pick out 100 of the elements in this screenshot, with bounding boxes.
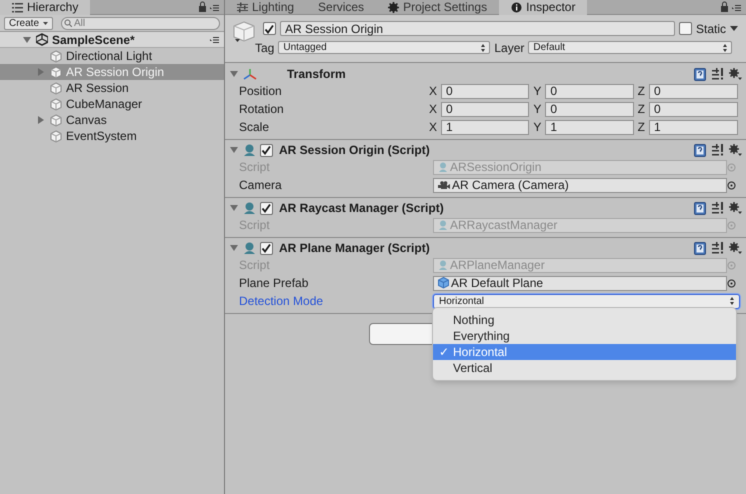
presets-icon[interactable]: [712, 242, 723, 254]
object-field[interactable]: AR Camera (Camera): [433, 178, 727, 192]
dropdown-option[interactable]: Vertical: [433, 360, 736, 376]
tab[interactable]: Project Settings: [376, 0, 500, 14]
dropdown-option[interactable]: ✓ Horizontal: [433, 344, 736, 360]
prefab-cube-icon: [438, 277, 449, 289]
field-label: Plane Prefab: [239, 275, 310, 292]
gear-menu-icon[interactable]: [729, 68, 742, 80]
number-field[interactable]: 0: [649, 84, 738, 98]
field-label: Script: [239, 257, 271, 274]
lock-menu-icon[interactable]: [198, 1, 220, 13]
presets-icon[interactable]: [712, 68, 723, 80]
axis-label: Z: [638, 83, 645, 100]
gear-menu-icon[interactable]: [729, 202, 742, 214]
field-label: Script: [239, 217, 271, 234]
help-book-icon[interactable]: [694, 242, 706, 254]
help-book-icon[interactable]: [694, 202, 706, 214]
number-field[interactable]: 0: [441, 84, 530, 98]
tab[interactable]: Services: [306, 0, 376, 14]
gear-icon: [388, 2, 400, 12]
expand-arrow-icon[interactable]: [229, 145, 239, 155]
field-label: Detection Mode: [239, 293, 324, 310]
tag-dropdown[interactable]: Untagged: [278, 41, 490, 54]
hierarchy-item[interactable]: AR Session: [0, 80, 224, 96]
expand-arrow-icon[interactable]: [36, 115, 46, 125]
hierarchy-item[interactable]: Canvas: [0, 112, 224, 128]
number-field[interactable]: 1: [649, 120, 738, 134]
object-field[interactable]: AR Default Plane: [433, 276, 727, 290]
caret-icon: [43, 22, 48, 24]
search-icon: [64, 19, 72, 27]
number-field[interactable]: 1: [545, 120, 634, 134]
gear-menu-icon[interactable]: [729, 144, 742, 156]
script-icon: [243, 202, 256, 214]
check-icon: [261, 243, 272, 253]
sliders-icon: [237, 2, 248, 12]
field-label: Camera: [239, 177, 283, 194]
expand-arrow-icon[interactable]: [22, 34, 32, 44]
name-field[interactable]: AR Session Origin: [280, 21, 675, 36]
component-title: AR Plane Manager (Script): [279, 240, 431, 257]
updown-icon: [481, 44, 486, 52]
axis-label: Y: [533, 119, 542, 136]
field-label: Script: [239, 159, 271, 176]
cube-icon: [50, 114, 62, 126]
hierarchy-item[interactable]: EventSystem: [0, 128, 224, 144]
presets-icon[interactable]: [712, 202, 723, 214]
script-icon: [438, 220, 448, 230]
detection-mode-dropdown[interactable]: Horizontal: [433, 294, 740, 308]
number-field[interactable]: 0: [441, 102, 530, 116]
check-icon: [261, 203, 272, 213]
axis-label: X: [429, 101, 438, 118]
script-icon: [243, 144, 256, 156]
static-checkbox[interactable]: [678, 22, 692, 35]
field-label: Position: [239, 83, 283, 100]
active-checkbox[interactable]: [263, 22, 276, 35]
field-label: Scale: [239, 119, 270, 136]
axis-label: X: [429, 119, 438, 136]
axis-label: X: [429, 83, 438, 100]
layer-dropdown[interactable]: Default: [528, 41, 732, 54]
axis-label: Y: [533, 101, 542, 118]
hierarchy-item[interactable]: CubeManager: [0, 96, 224, 112]
cube-icon: [50, 98, 62, 110]
number-field[interactable]: 1: [441, 120, 530, 134]
enabled-checkbox[interactable]: [260, 144, 273, 156]
cube-icon: [50, 50, 62, 62]
number-field[interactable]: 0: [649, 102, 738, 116]
tab[interactable]: Inspector: [499, 0, 588, 14]
help-book-icon[interactable]: [694, 68, 706, 80]
info-icon: [511, 2, 522, 12]
field-label: Rotation: [239, 101, 285, 118]
axis-label: Y: [533, 83, 542, 100]
axis-label: Z: [638, 101, 645, 118]
component-title: Transform: [287, 66, 347, 83]
caret-icon[interactable]: [730, 26, 738, 31]
number-field[interactable]: 0: [545, 102, 634, 116]
presets-icon[interactable]: [712, 144, 723, 156]
search-field[interactable]: All: [61, 16, 220, 30]
tab[interactable]: Lighting: [225, 0, 306, 14]
dropdown-option[interactable]: Nothing: [433, 312, 736, 328]
help-book-icon[interactable]: [694, 144, 706, 156]
updown-icon: [723, 44, 727, 52]
dropdown-option[interactable]: Everything: [433, 328, 736, 344]
hierarchy-tab[interactable]: Hierarchy: [0, 0, 90, 14]
expand-arrow-icon[interactable]: [229, 69, 239, 79]
tag-label: Tag: [255, 40, 274, 56]
create-button[interactable]: Create: [4, 16, 54, 30]
script-icon: [243, 242, 256, 254]
lock-menu-icon[interactable]: [720, 1, 742, 13]
expand-arrow-icon[interactable]: [229, 203, 239, 213]
expand-arrow-icon[interactable]: [229, 243, 239, 253]
cube-icon: [50, 82, 62, 94]
check-icon: [264, 24, 275, 34]
menu-icon[interactable]: [210, 35, 220, 44]
gear-menu-icon[interactable]: [729, 242, 742, 254]
number-field[interactable]: 0: [545, 84, 634, 98]
cube-icon: [50, 130, 62, 142]
enabled-checkbox[interactable]: [260, 242, 273, 254]
enabled-checkbox[interactable]: [260, 202, 273, 214]
hierarchy-item[interactable]: Directional Light: [0, 48, 224, 64]
script-icon: [438, 162, 448, 172]
list-icon: [12, 2, 23, 12]
